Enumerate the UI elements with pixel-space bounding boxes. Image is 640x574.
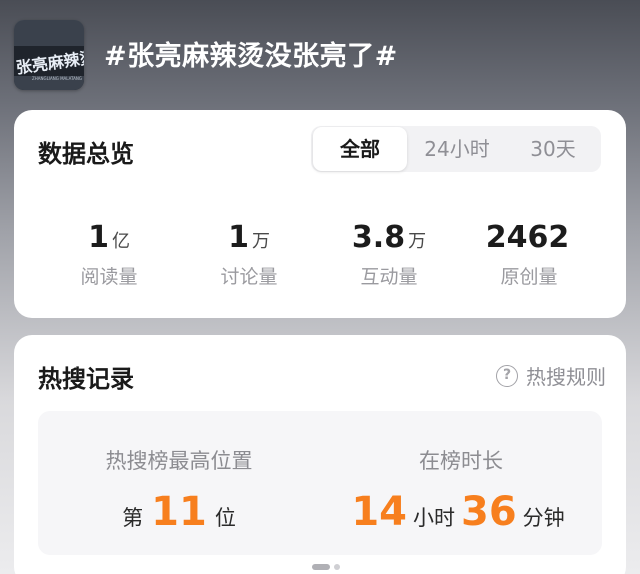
- page-dot: [334, 564, 340, 570]
- hot-search-rules-link[interactable]: ? 热搜规则: [496, 361, 606, 390]
- stat-original-label: 原创量: [500, 266, 558, 288]
- stat-interact-value: 3.8: [351, 220, 406, 255]
- topic-title: #张亮麻辣烫没张亮了#: [104, 41, 398, 72]
- highest-position-prefix: 第: [122, 506, 144, 530]
- highest-position: 热搜榜最高位置 第 11 位: [38, 411, 320, 555]
- stat-interact-label: 互动量: [360, 266, 418, 288]
- stat-read-unit: 亿: [111, 231, 130, 252]
- question-circle-icon: ?: [496, 364, 518, 387]
- duration-label: 在榜时长: [419, 449, 503, 473]
- duration-hours-unit: 小时: [413, 506, 455, 530]
- time-range-tabs: 全部 24小时 30天: [311, 126, 601, 172]
- stat-interact: 3.8 万 互动量: [314, 220, 464, 289]
- stat-read: 1亿 阅读量: [34, 220, 184, 289]
- stat-discuss-unit: 万: [251, 231, 270, 252]
- tab-24h[interactable]: 24小时: [409, 126, 505, 172]
- duration-minutes-unit: 分钟: [522, 506, 565, 530]
- hot-search-card: 热搜记录 ? 热搜规则 热搜榜最高位置 第 11 位 在榜时长 14 小时 36 分钟: [14, 335, 626, 574]
- highest-position-value: 11: [151, 489, 207, 535]
- stat-discuss: 1万 讨论量: [174, 220, 324, 289]
- hot-search-title: 热搜记录: [38, 365, 134, 393]
- tab-all[interactable]: 全部: [313, 127, 407, 171]
- on-list-duration: 在榜时长 14 小时 36 分钟: [320, 411, 602, 555]
- stat-original: 2462 原创量: [454, 220, 604, 289]
- thumbnail-subtext: ZHANGLIANG MALATANG: [32, 76, 82, 81]
- page-dot-active: [312, 564, 330, 570]
- stat-discuss-label: 讨论量: [220, 266, 278, 288]
- stat-original-value: 2462: [485, 220, 570, 255]
- stat-read-label: 阅读量: [80, 266, 138, 288]
- overview-title: 数据总览: [38, 140, 134, 168]
- stat-read-value: 1: [88, 220, 109, 255]
- stat-discuss-value: 1: [228, 220, 249, 255]
- overview-card: 数据总览 全部 24小时 30天 1亿 阅读量 1万 讨论量 3.8 万 互动量 …: [14, 110, 626, 318]
- duration-minutes: 36: [461, 489, 517, 535]
- thumbnail-image: 张亮麻辣烫 ZHANGLIANG MALATANG: [14, 20, 84, 90]
- hot-search-rules-label: 热搜规则: [526, 365, 606, 389]
- highest-position-label: 热搜榜最高位置: [105, 449, 253, 473]
- topic-thumbnail[interactable]: 张亮麻辣烫 ZHANGLIANG MALATANG: [14, 20, 84, 90]
- stat-interact-unit: 万: [408, 231, 427, 252]
- topic-header: 张亮麻辣烫 ZHANGLIANG MALATANG #张亮麻辣烫没张亮了#: [0, 0, 640, 112]
- hot-search-stats: 热搜榜最高位置 第 11 位 在榜时长 14 小时 36 分钟: [38, 411, 602, 555]
- highest-position-suffix: 位: [214, 506, 236, 530]
- duration-hours: 14: [351, 489, 407, 535]
- tab-30d[interactable]: 30天: [507, 126, 599, 172]
